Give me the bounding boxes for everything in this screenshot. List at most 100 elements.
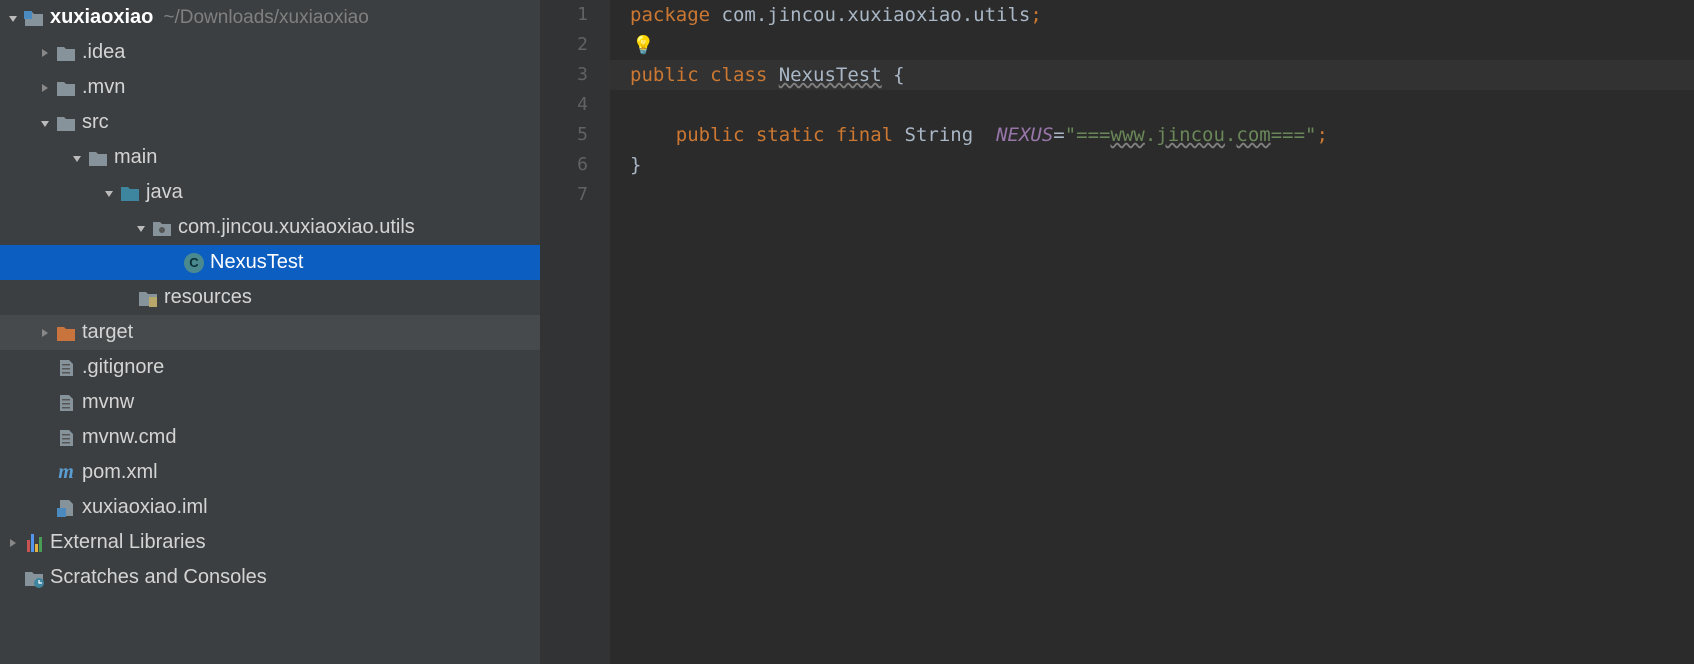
tree-item-label: main <box>114 146 157 169</box>
file-icon <box>56 393 76 413</box>
line-number: 1 <box>540 0 588 30</box>
tree-row-idea[interactable]: .idea <box>0 35 540 70</box>
tree-item-label: com.jincou.xuxiaoxiao.utils <box>178 216 415 239</box>
tree-row-iml[interactable]: xuxiaoxiao.iml <box>0 490 540 525</box>
tree-item-label: target <box>82 321 133 344</box>
tree-item-label: .mvn <box>82 76 125 99</box>
tree-item-label: pom.xml <box>82 461 158 484</box>
line-number: 6 <box>540 150 588 180</box>
file-icon <box>56 428 76 448</box>
tree-row-mvn[interactable]: .mvn <box>0 70 540 105</box>
chevron-down-icon <box>70 151 84 165</box>
folder-icon <box>88 148 108 168</box>
code-line-4 <box>630 90 1694 120</box>
code-line-2 <box>630 30 1694 60</box>
string-part: . <box>1145 124 1156 146</box>
code-line-3: public class NexusTest { <box>630 60 1694 90</box>
tree-row-java[interactable]: java <box>0 175 540 210</box>
tree-row-src[interactable]: src <box>0 105 540 140</box>
string-quote: " <box>1065 124 1076 146</box>
keyword-class: public class <box>630 64 779 86</box>
tree-row-nexustest[interactable]: C NexusTest <box>0 245 540 280</box>
code-line-7 <box>630 180 1694 210</box>
line-number: 2 <box>540 30 588 60</box>
tree-row-package[interactable]: com.jincou.xuxiaoxiao.utils <box>0 210 540 245</box>
code-line-1: package com.jincou.xuxiaoxiao.utils; <box>630 0 1694 30</box>
source-folder-icon <box>120 183 140 203</box>
tree-row-target[interactable]: target <box>0 315 540 350</box>
editor-gutter: 1 2 3 4 5 6 7 <box>540 0 610 664</box>
tree-item-label: resources <box>164 286 252 309</box>
chevron-down-icon <box>6 11 20 25</box>
brace-close: } <box>630 154 641 176</box>
line-number: 3 <box>540 60 588 90</box>
tree-item-label: External Libraries <box>50 531 206 554</box>
tree-row-main[interactable]: main <box>0 140 540 175</box>
tree-row-external-libraries[interactable]: External Libraries <box>0 525 540 560</box>
string-part: com <box>1236 124 1270 146</box>
semicolon: ; <box>1316 124 1327 146</box>
tree-row-resources[interactable]: resources <box>0 280 540 315</box>
string-part: jincou <box>1156 124 1225 146</box>
tree-item-label: mvnw.cmd <box>82 426 176 449</box>
tree-row-mvnw[interactable]: mvnw <box>0 385 540 420</box>
file-icon <box>56 358 76 378</box>
lightbulb-icon[interactable]: 💡 <box>632 31 654 61</box>
tree-item-label: Scratches and Consoles <box>50 566 267 589</box>
string-part: . <box>1225 124 1236 146</box>
tree-item-label: .idea <box>82 41 125 64</box>
code-editor[interactable]: 💡 package com.jincou.xuxiaoxiao.utils; p… <box>610 0 1694 664</box>
editor-area: 1 2 3 4 5 6 7 💡 package com.jincou.xuxia… <box>540 0 1694 664</box>
tree-row-mvnwcmd[interactable]: mvnw.cmd <box>0 420 540 455</box>
tree-row-pom[interactable]: m pom.xml <box>0 455 540 490</box>
line-number: 4 <box>540 90 588 120</box>
libraries-icon <box>24 533 44 553</box>
tree-item-label: src <box>82 111 109 134</box>
tree-item-label: java <box>146 181 183 204</box>
package-name: com.jincou.xuxiaoxiao.utils <box>722 4 1031 26</box>
keyword-modifiers: public static final <box>630 124 905 146</box>
line-number: 7 <box>540 180 588 210</box>
project-path-label: ~/Downloads/xuxiaoxiao <box>163 7 368 29</box>
chevron-down-icon <box>134 221 148 235</box>
package-icon <box>152 218 172 238</box>
class-icon: C <box>184 253 204 273</box>
code-line-6: } <box>630 150 1694 180</box>
string-quote: " <box>1305 124 1316 146</box>
equals-op: = <box>1053 124 1064 146</box>
resources-folder-icon <box>138 288 158 308</box>
chevron-right-icon <box>6 536 20 550</box>
excluded-folder-icon <box>56 323 76 343</box>
project-root-label: xuxiaoxiao <box>50 6 153 29</box>
string-part: === <box>1271 124 1305 146</box>
folder-icon <box>56 113 76 133</box>
string-part: www <box>1111 124 1145 146</box>
chevron-down-icon <box>102 186 116 200</box>
chevron-down-icon <box>38 116 52 130</box>
folder-icon <box>56 78 76 98</box>
semicolon: ; <box>1030 4 1041 26</box>
scratches-icon <box>24 568 44 588</box>
module-folder-icon <box>24 8 44 28</box>
string-part: === <box>1076 124 1110 146</box>
keyword-package: package <box>630 4 722 26</box>
maven-icon: m <box>56 463 76 483</box>
tree-item-label: .gitignore <box>82 356 164 379</box>
project-tree: xuxiaoxiao ~/Downloads/xuxiaoxiao .idea … <box>0 0 540 595</box>
brace-open: { <box>882 64 905 86</box>
tree-row-scratches[interactable]: Scratches and Consoles <box>0 560 540 595</box>
code-line-5: public static final String NEXUS="===www… <box>630 120 1694 150</box>
project-tree-panel: xuxiaoxiao ~/Downloads/xuxiaoxiao .idea … <box>0 0 540 664</box>
type-string: String <box>905 124 997 146</box>
chevron-right-icon <box>38 326 52 340</box>
chevron-right-icon <box>38 81 52 95</box>
tree-item-label: xuxiaoxiao.iml <box>82 496 208 519</box>
tree-row-gitignore[interactable]: .gitignore <box>0 350 540 385</box>
line-number: 5 <box>540 120 588 150</box>
module-file-icon <box>56 498 76 518</box>
tree-item-label: mvnw <box>82 391 134 414</box>
chevron-right-icon <box>38 46 52 60</box>
class-name: NexusTest <box>779 64 882 86</box>
tree-row-project-root[interactable]: xuxiaoxiao ~/Downloads/xuxiaoxiao <box>0 0 540 35</box>
field-name: NEXUS <box>996 124 1053 146</box>
